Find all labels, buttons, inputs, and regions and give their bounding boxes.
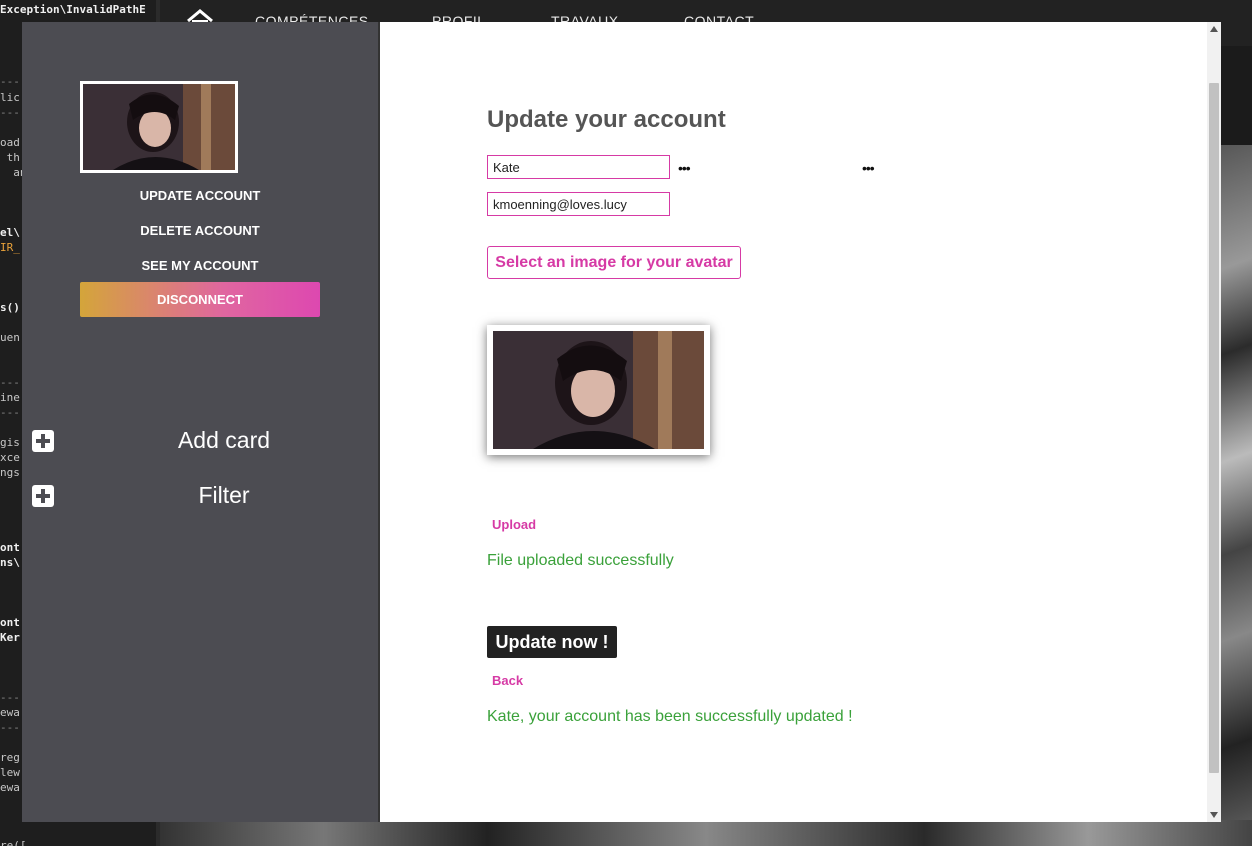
- update-status-message: Kate, your account has been successfully…: [487, 708, 853, 725]
- see-my-account-link[interactable]: SEE MY ACCOUNT: [80, 258, 320, 273]
- code-line: ---: [0, 406, 20, 419]
- code-line: lew: [0, 766, 20, 779]
- code-line: xce: [0, 451, 20, 464]
- code-line: ns\: [0, 556, 20, 569]
- avatar: [80, 81, 238, 173]
- code-line: el\: [0, 226, 20, 239]
- page-title: Update your account: [487, 106, 726, 133]
- code-line: re([: [0, 839, 27, 846]
- code-line: ---: [0, 376, 20, 389]
- upload-link[interactable]: Upload: [492, 517, 536, 532]
- code-line: gis: [0, 436, 20, 449]
- email-field[interactable]: [487, 192, 670, 216]
- code-line: ---: [0, 721, 20, 734]
- code-line: ont: [0, 616, 20, 629]
- scroll-down-arrow-icon[interactable]: [1210, 812, 1218, 818]
- password-field[interactable]: •••: [862, 160, 875, 176]
- code-line: ont: [0, 541, 20, 554]
- avatar-preview-photo: [493, 331, 704, 449]
- avatar-preview: [487, 325, 710, 455]
- code-line: ewa: [0, 706, 20, 719]
- update-account-panel: Update your account ••• ••• Select an im…: [380, 22, 1207, 822]
- add-card-button[interactable]: Add card: [32, 427, 372, 457]
- code-line: th: [0, 151, 20, 164]
- code-line: ewa: [0, 781, 20, 794]
- scrollbar-thumb[interactable]: [1209, 83, 1219, 773]
- code-line: ine: [0, 391, 20, 404]
- background-mountain-strip: [160, 820, 1252, 846]
- code-line: ---: [0, 106, 20, 119]
- add-card-label: Add card: [177, 427, 271, 453]
- filter-label: Filter: [198, 482, 250, 508]
- upload-status-message: File uploaded successfully: [487, 552, 674, 569]
- last-name-field[interactable]: •••: [678, 160, 691, 176]
- code-line: ---: [0, 691, 20, 704]
- account-sidebar: UPDATE ACCOUNT DELETE ACCOUNT SEE MY ACC…: [22, 22, 378, 822]
- delete-account-link[interactable]: DELETE ACCOUNT: [80, 223, 320, 238]
- scroll-up-arrow-icon[interactable]: [1210, 26, 1218, 32]
- code-line: oad: [0, 136, 20, 149]
- code-line: lic: [0, 91, 20, 104]
- code-line: Exception\InvalidPathE: [0, 3, 146, 16]
- update-account-link[interactable]: UPDATE ACCOUNT: [80, 188, 320, 203]
- code-line: uen: [0, 331, 20, 344]
- select-avatar-button[interactable]: Select an image for your avatar: [487, 246, 741, 279]
- back-link[interactable]: Back: [492, 673, 523, 688]
- code-line: IR_: [0, 241, 20, 254]
- code-line: Ker: [0, 631, 20, 644]
- code-line: reg: [0, 751, 20, 764]
- filter-button[interactable]: Filter: [32, 482, 372, 512]
- avatar-photo: [83, 84, 235, 170]
- code-line: ngs: [0, 466, 20, 479]
- disconnect-button[interactable]: DISCONNECT: [80, 282, 320, 317]
- main-scrollbar[interactable]: [1207, 22, 1221, 822]
- code-line: ---: [0, 75, 20, 88]
- update-now-button[interactable]: Update now !: [487, 626, 617, 658]
- first-name-field[interactable]: [487, 155, 670, 179]
- code-line: s(): [0, 301, 20, 314]
